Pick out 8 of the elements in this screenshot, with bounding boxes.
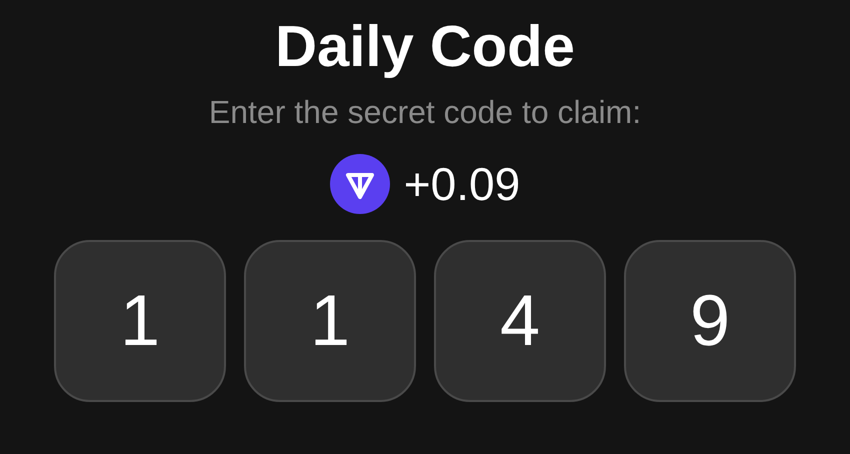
page-title: Daily Code xyxy=(275,13,575,81)
coin-icon xyxy=(330,154,390,214)
code-digit-field[interactable]: 1 xyxy=(54,240,226,402)
instruction-text: Enter the secret code to claim: xyxy=(208,93,642,132)
code-digit-field[interactable]: 4 xyxy=(434,240,606,402)
reward-amount: +0.09 xyxy=(404,157,520,212)
code-digit-field[interactable]: 9 xyxy=(624,240,796,402)
code-digit-field[interactable]: 1 xyxy=(244,240,416,402)
